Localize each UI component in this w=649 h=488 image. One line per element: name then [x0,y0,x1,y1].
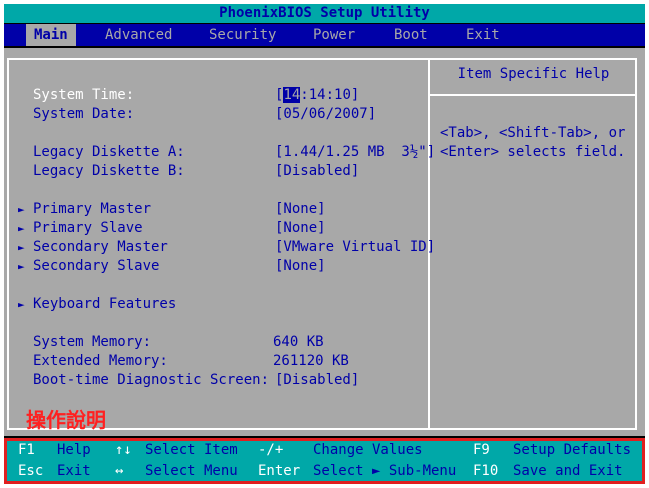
secondary-slave-item[interactable]: ► Secondary Slave [None] [4,257,424,276]
help-text: <Tab>, <Shift-Tab>, or <Enter> selects f… [440,125,626,160]
extended-memory-value: 261120 KB [273,353,349,369]
extended-memory-label: Extended Memory: [33,353,168,369]
legacy-diskette-b-field[interactable]: [Disabled] [275,162,359,181]
key-legend-highlight [4,438,645,484]
annotation-label: 操作說明 [26,408,106,432]
primary-master-item[interactable]: ► Primary Master [None] [4,200,424,219]
system-time-label: System Time: [33,87,135,103]
submenu-arrow-icon: ► [18,222,25,235]
bios-screen: PhoenixBIOS Setup Utility Main Advanced … [4,4,645,484]
legacy-diskette-a-label: Legacy Diskette A: [33,144,185,160]
menu-advanced[interactable]: Advanced [97,24,180,46]
help-divider-horizontal [430,94,637,96]
secondary-master-item[interactable]: ► Secondary Master [VMware Virtual ID] [4,238,435,257]
submenu-arrow-icon: ► [18,298,25,311]
system-time-hour[interactable]: 14 [283,87,301,103]
submenu-arrow-icon: ► [18,260,25,273]
boot-diagnostic-label: Boot-time Diagnostic Screen: [33,372,270,388]
system-time-field[interactable]: [14:14:10] [275,86,359,105]
system-memory-value: 640 KB [273,334,324,350]
menu-power[interactable]: Power [305,24,363,46]
submenu-arrow-icon: ► [18,203,25,216]
app-title: PhoenixBIOS Setup Utility [219,5,430,21]
system-date-label: System Date: [33,106,135,122]
main-panel: Item Specific Help <Tab>, <Shift-Tab>, o… [4,48,645,436]
system-date-field[interactable]: [05/06/2007] [275,105,376,124]
title-bar: PhoenixBIOS Setup Utility [4,4,645,23]
boot-diagnostic-field[interactable]: [Disabled] [275,371,359,390]
menu-security[interactable]: Security [201,24,284,46]
help-title: Item Specific Help [457,66,610,82]
system-memory-label: System Memory: [33,334,152,350]
menu-exit[interactable]: Exit [458,24,508,46]
menu-main[interactable]: Main [26,24,76,46]
primary-slave-item[interactable]: ► Primary Slave [None] [4,219,424,238]
keyboard-features-item[interactable]: ► Keyboard Features [4,295,424,314]
menu-bar: Main Advanced Security Power Boot Exit [4,24,645,46]
menu-boot[interactable]: Boot [386,24,436,46]
legacy-diskette-a-field[interactable]: [1.44/1.25 MB 3½"] [275,143,435,162]
legacy-diskette-b-label: Legacy Diskette B: [33,163,185,179]
submenu-arrow-icon: ► [18,241,25,254]
